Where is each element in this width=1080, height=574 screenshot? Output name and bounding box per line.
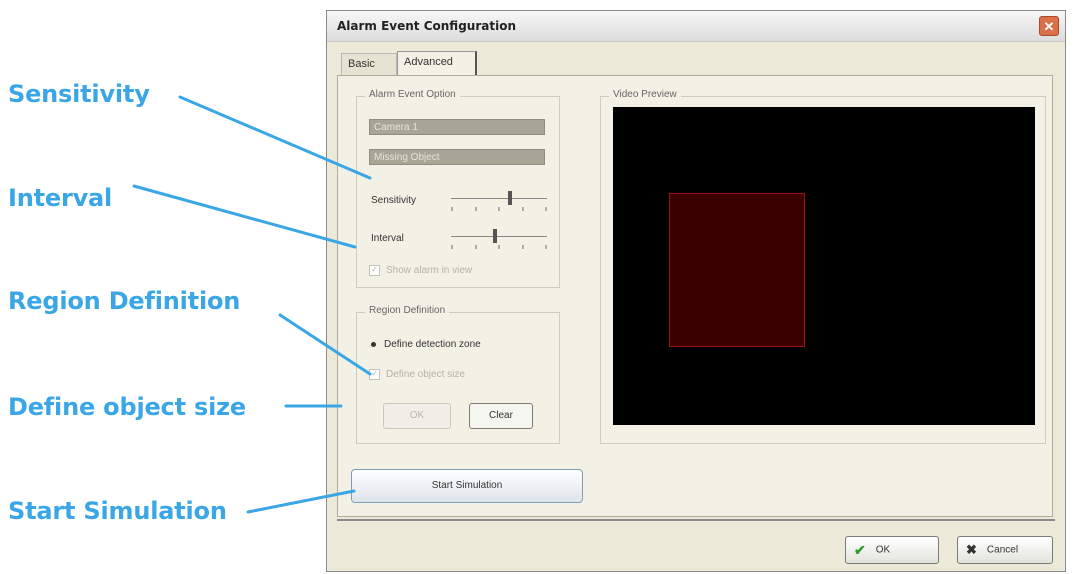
callout-leader-lines bbox=[132, 95, 372, 514]
leader-line-sensitivity bbox=[178, 95, 372, 180]
leader-line-interval bbox=[132, 184, 357, 249]
leader-line-start-simulation bbox=[246, 489, 356, 514]
leader-line-region-definition bbox=[278, 313, 372, 376]
